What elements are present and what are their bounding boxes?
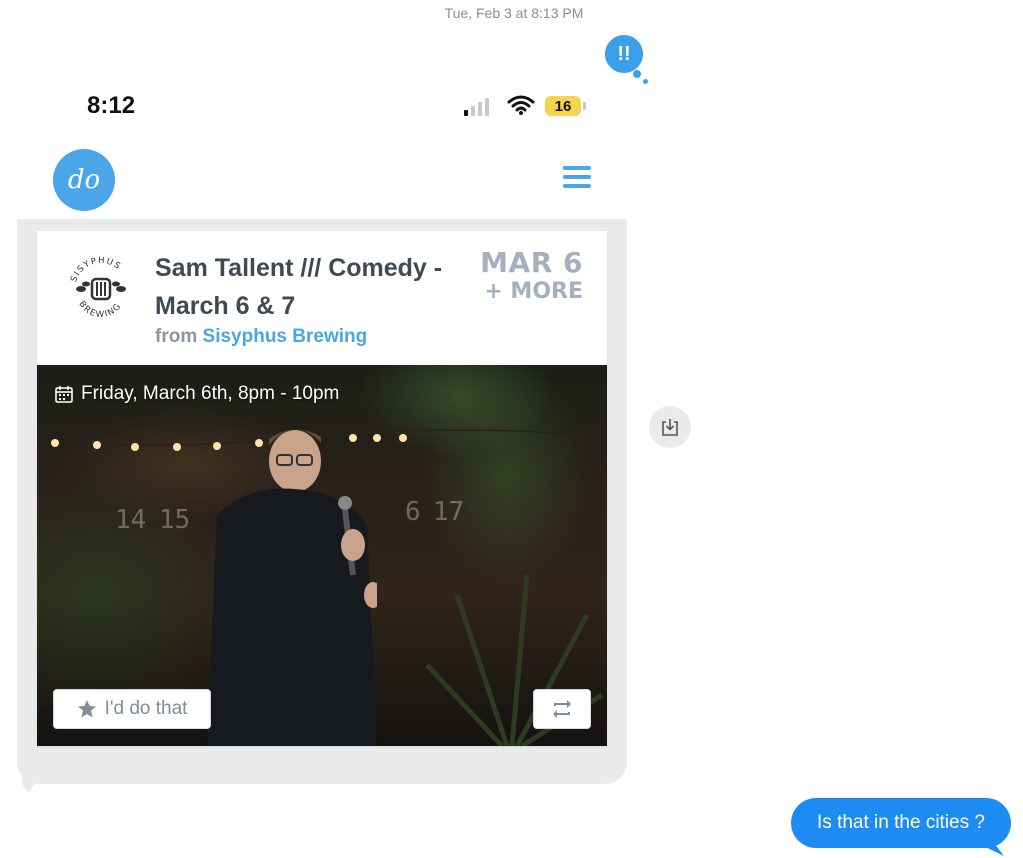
tapback-exclamation-icon[interactable]: !!: [603, 33, 645, 75]
event-card: SISYPHUS BREWING Sam Tallent /// Comedy …: [37, 231, 607, 746]
venue-link: Sisyphus Brewing: [202, 326, 368, 347]
status-bar-time: 8:12: [87, 92, 136, 119]
message-timestamp: Tue, Feb 3 at 8:13 PM: [444, 5, 584, 21]
event-title: Sam Tallent /// Comedy - March 6 & 7: [155, 254, 443, 320]
i-would-do-that-label: I'd do that: [104, 698, 188, 719]
battery-icon: 16: [545, 96, 581, 116]
cellular-signal-icon: [464, 98, 489, 116]
svg-text:BREWING: BREWING: [77, 299, 125, 320]
save-image-button[interactable]: [649, 406, 691, 448]
i-would-do-that-button: I'd do that: [53, 689, 211, 729]
incoming-image-bubble[interactable]: 8:12 16 do SISYPHUS BREWING Sam Tallent …: [17, 86, 627, 784]
do-app-logo: do: [53, 149, 115, 211]
fence-number: 6: [405, 497, 421, 527]
date-badge-date: MAR 6: [480, 246, 583, 279]
star-icon: [77, 700, 96, 718]
event-source: from Sisyphus Brewing: [155, 326, 367, 348]
date-badge-more: + MORE: [484, 279, 583, 304]
event-datetime-text: Friday, March 6th, 8pm - 10pm: [81, 383, 340, 404]
from-label: from: [155, 326, 198, 347]
event-photo: 14 15 6 17 Friday, March 6th, 8pm - 10pm…: [37, 365, 607, 746]
date-badge: MAR 6 + MORE: [480, 247, 583, 305]
tapback-tail: [633, 70, 641, 78]
battery-nub: [583, 102, 586, 110]
sisyphus-brewing-logo: SISYPHUS BREWING: [69, 256, 126, 320]
repost-button: [533, 689, 591, 729]
wifi-icon: [507, 95, 535, 115]
event-datetime: Friday, March 6th, 8pm - 10pm: [55, 383, 339, 405]
download-tray-icon: [662, 419, 678, 436]
screenshot-app-header: 8:12 16 do: [17, 86, 627, 219]
hamburger-menu-icon: [563, 166, 591, 193]
calendar-icon: [55, 386, 73, 403]
repost-icon: [553, 700, 571, 718]
fence-number: 14: [115, 505, 147, 535]
fence-number: 17: [433, 497, 465, 527]
tapback-tail-dot: [643, 79, 648, 84]
outgoing-message-bubble[interactable]: Is that in the cities ?: [791, 798, 1011, 848]
